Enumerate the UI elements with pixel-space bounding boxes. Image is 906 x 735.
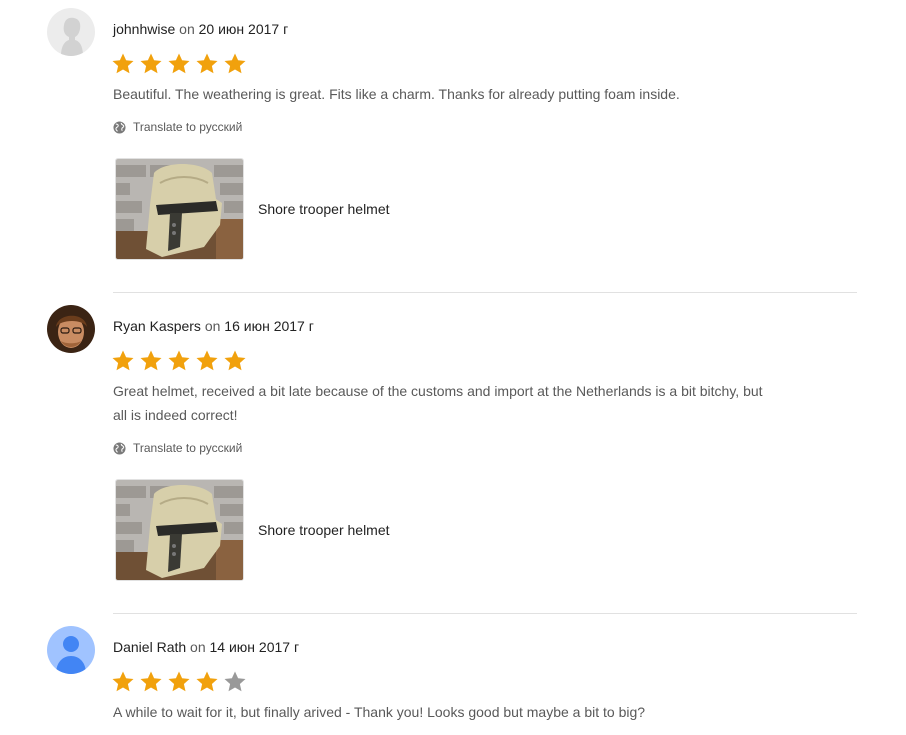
star-filled-icon bbox=[140, 53, 162, 74]
star-filled-icon bbox=[140, 350, 162, 371]
star-filled-icon bbox=[112, 671, 134, 692]
star-filled-icon bbox=[112, 53, 134, 74]
byline-on: on bbox=[190, 639, 206, 655]
avatar[interactable] bbox=[47, 8, 95, 56]
star-rating bbox=[111, 52, 247, 76]
review-date: 16 июн 2017 г bbox=[224, 318, 314, 334]
item-title[interactable]: Shore trooper helmet bbox=[258, 201, 390, 217]
translate-label: Translate to русский bbox=[133, 441, 243, 455]
byline-on: on bbox=[179, 21, 195, 37]
helmet-image bbox=[116, 480, 243, 580]
divider bbox=[113, 613, 857, 614]
star-filled-icon bbox=[224, 350, 246, 371]
default-person-icon bbox=[47, 8, 95, 56]
review-byline: Daniel Rath on 14 июн 2017 г bbox=[113, 639, 299, 655]
helmet-image bbox=[116, 159, 243, 259]
review-text: Great helmet, received a bit late becaus… bbox=[113, 383, 763, 423]
item-title[interactable]: Shore trooper helmet bbox=[258, 522, 390, 538]
star-filled-icon bbox=[140, 671, 162, 692]
translate-link[interactable]: Translate to русский bbox=[113, 441, 242, 455]
item-thumbnail[interactable] bbox=[115, 479, 244, 581]
review-byline: Ryan Kaspers on 16 июн 2017 г bbox=[113, 318, 314, 334]
divider bbox=[113, 292, 857, 293]
byline-on: on bbox=[204, 318, 221, 334]
photo-avatar bbox=[47, 305, 95, 353]
review-byline: johnhwise on 20 июн 2017 г bbox=[113, 21, 288, 37]
globe-icon bbox=[113, 120, 126, 134]
star-filled-icon bbox=[168, 350, 190, 371]
star-filled-icon bbox=[168, 671, 190, 692]
reviewed-item[interactable]: Shore trooper helmet bbox=[115, 158, 390, 260]
star-filled-icon bbox=[168, 53, 190, 74]
reviewed-item[interactable]: Shore trooper helmet bbox=[115, 479, 390, 581]
review-text: Beautiful. The weathering is great. Fits… bbox=[113, 86, 680, 102]
review-text: A while to wait for it, but finally ariv… bbox=[113, 704, 646, 720]
star-filled-icon bbox=[112, 350, 134, 371]
star-rating bbox=[111, 349, 247, 373]
star-rating bbox=[111, 670, 247, 694]
translate-link[interactable]: Translate to русский bbox=[113, 120, 242, 134]
review-date: 14 июн 2017 г bbox=[209, 639, 300, 655]
review-date: 20 июн 2017 г bbox=[198, 21, 289, 37]
item-thumbnail[interactable] bbox=[115, 158, 244, 260]
avatar[interactable] bbox=[47, 305, 95, 353]
default-blue-person-icon bbox=[47, 626, 95, 674]
translate-label: Translate to русский bbox=[133, 120, 243, 134]
star-filled-icon bbox=[224, 53, 246, 74]
avatar[interactable] bbox=[47, 626, 95, 674]
star-empty-icon bbox=[224, 671, 246, 692]
star-filled-icon bbox=[196, 350, 218, 371]
reviewer-name[interactable]: Daniel Rath bbox=[113, 639, 186, 655]
reviewer-name[interactable]: Ryan Kaspers bbox=[113, 318, 201, 334]
star-filled-icon bbox=[196, 671, 218, 692]
reviewer-name[interactable]: johnhwise bbox=[113, 21, 175, 37]
star-filled-icon bbox=[196, 53, 218, 74]
globe-icon bbox=[113, 441, 126, 455]
